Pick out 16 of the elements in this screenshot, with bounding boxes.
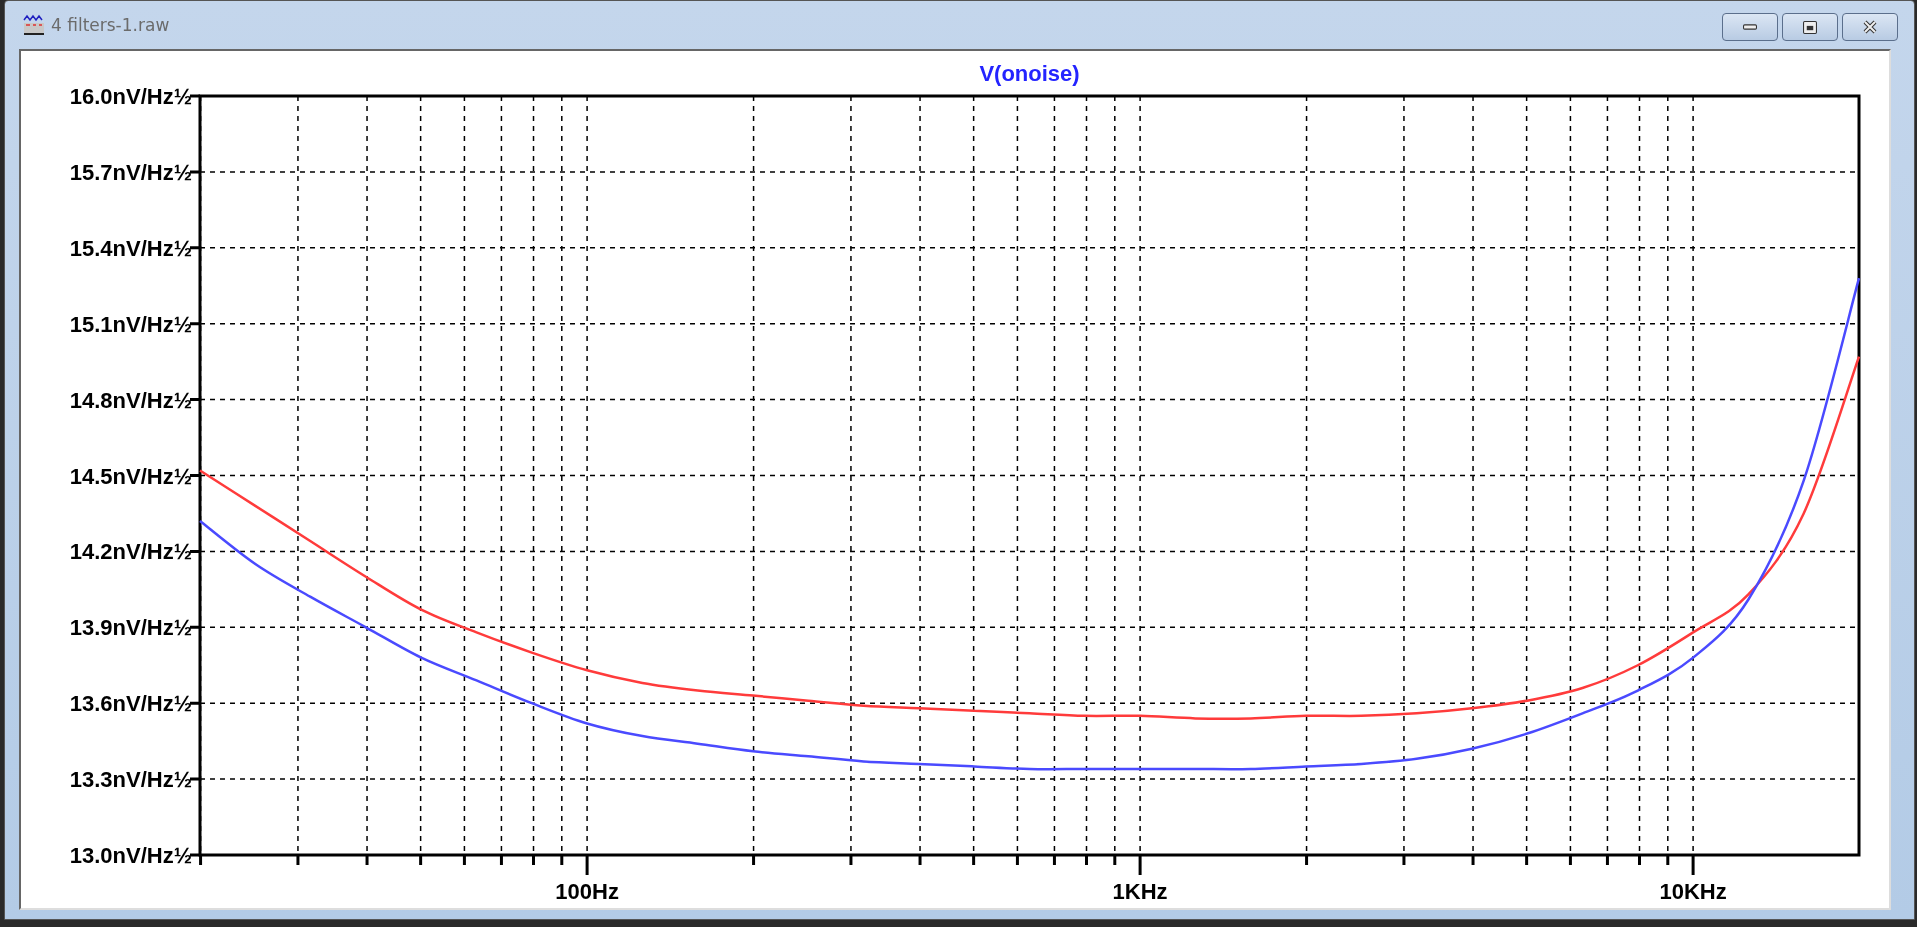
y-tick-label: 14.5nV/Hz½	[69, 463, 192, 489]
y-tick-label: 15.7nV/Hz½	[69, 159, 192, 185]
chart-title: V(onoise)	[979, 61, 1080, 86]
x-tick-label: 10KHz	[1659, 879, 1727, 904]
y-tick-label: 16.0nV/Hz½	[69, 84, 192, 109]
y-tick-label: 13.3nV/Hz½	[69, 767, 192, 793]
y-tick-label: 13.6nV/Hz½	[69, 691, 192, 717]
x-tick-label: 1KHz	[1112, 879, 1168, 904]
y-tick-label: 15.4nV/Hz½	[69, 235, 192, 261]
x-tick-label: 100Hz	[555, 879, 619, 904]
y-tick-label: 14.2nV/Hz½	[69, 539, 192, 565]
window-title: 4 filters-1.raw	[51, 15, 171, 35]
y-tick-label: 13.9nV/Hz½	[69, 615, 192, 641]
y-tick-label: 13.0nV/Hz½	[69, 843, 192, 868]
y-tick-label: 15.1nV/Hz½	[69, 311, 192, 337]
y-tick-label: 14.8nV/Hz½	[69, 387, 192, 413]
